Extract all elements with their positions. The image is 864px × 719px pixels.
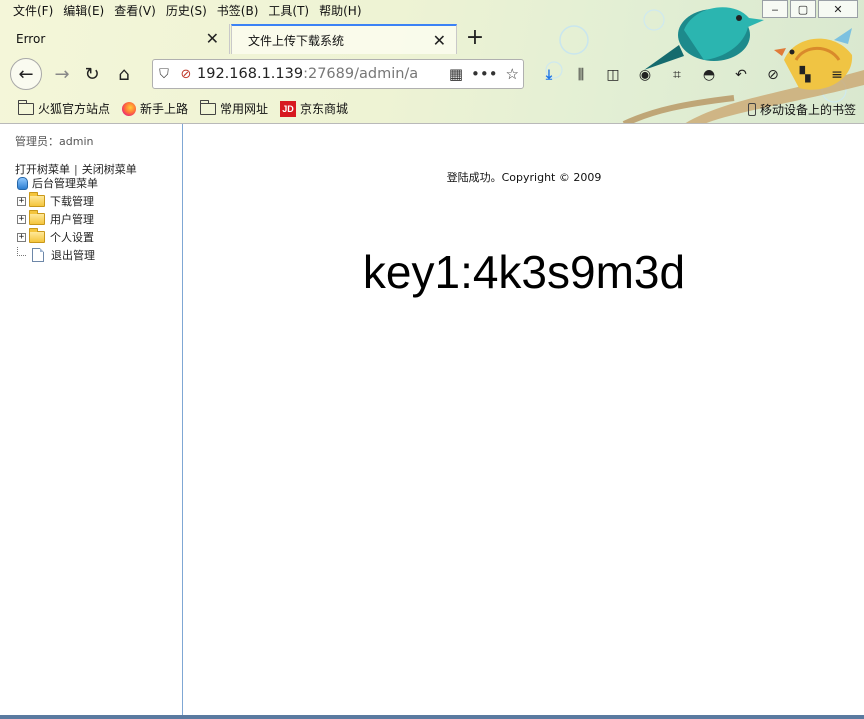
expand-plus-icon[interactable]: +: [17, 214, 26, 224]
admin-user-label: 管理员：admin: [15, 135, 94, 148]
tab-file-system[interactable]: 文件上传下载系统 ✕: [231, 24, 457, 54]
reload-icon[interactable]: ↻: [78, 60, 106, 88]
tree-item-label: 用户管理: [50, 213, 94, 226]
window-controls: ‒ ▢ ✕: [762, 0, 858, 18]
folder-icon: [18, 99, 34, 115]
tab-bar: Error ✕ 文件上传下载系统 ✕ +: [0, 24, 864, 54]
shield-icon[interactable]: ⛉: [153, 67, 175, 82]
url-text[interactable]: 192.168.1.139:27689/admin/admin: [197, 66, 419, 82]
mobile-phone-icon: [747, 103, 756, 116]
tree-connector-line: [17, 246, 26, 256]
bookmark-star-icon[interactable]: ☆: [506, 65, 519, 83]
forward-arrow-icon[interactable]: →: [48, 60, 76, 88]
bookmark-label: 火狐官方站点: [38, 102, 111, 116]
sidebar-icon[interactable]: ◫: [602, 64, 624, 86]
bookmarks-toolbar: 火狐官方站点 新手上路 常用网址 JD 京东商城 移动设备上的书签: [0, 95, 864, 122]
menu-view[interactable]: 查看(V): [109, 0, 161, 22]
admin-sidebar-frame: 管理员：admin 打开树菜单 | 关闭树菜单 后台管理菜单 + 下载管理 + 用户…: [6, 124, 183, 715]
tab-label: 文件上传下载系统: [248, 33, 345, 48]
jd-logo-icon: JD: [280, 100, 297, 117]
tree-root[interactable]: 后台管理菜单: [17, 175, 98, 191]
address-bar-actions: ▦ ••• ☆: [449, 65, 519, 83]
bookmark-label: 京东商城: [300, 102, 349, 116]
tree-item-label: 下载管理: [50, 195, 94, 208]
bookmark-firefox-official[interactable]: 火狐官方站点: [18, 99, 111, 117]
home-icon[interactable]: ⌂: [110, 60, 138, 88]
window-close-button[interactable]: ✕: [818, 0, 858, 18]
undo-icon[interactable]: ↶: [730, 64, 752, 86]
library-icon[interactable]: ⫼: [570, 64, 592, 86]
qr-code-icon[interactable]: ▦: [449, 65, 463, 83]
tree-item-label: 退出管理: [51, 249, 95, 262]
tree-menu: + 下载管理 + 用户管理 + 个人设置 退出管理: [17, 192, 95, 264]
toolbar-icons: ⤓ ⫼ ◫ ◉ ⌗ ◓ ↶ ⊘ ▚ ≡: [538, 64, 848, 86]
extensions-icon[interactable]: ▚: [794, 64, 816, 86]
expand-plus-icon[interactable]: +: [17, 196, 26, 206]
url-host: 192.168.1.139: [197, 66, 304, 82]
account-icon[interactable]: ◉: [634, 64, 656, 86]
expand-plus-icon[interactable]: +: [17, 232, 26, 242]
bookmark-jd-mall[interactable]: JD 京东商城: [280, 100, 348, 117]
url-path: :27689/admin/admin: [303, 66, 419, 82]
tab-error[interactable]: Error ✕: [0, 24, 230, 54]
bookmark-getting-started[interactable]: 新手上路: [122, 100, 188, 117]
address-bar[interactable]: ⛉ ⊘ 192.168.1.139:27689/admin/admin ▦ ••…: [152, 59, 524, 89]
new-tab-plus-icon[interactable]: +: [462, 24, 488, 54]
tree-item-user-management[interactable]: + 用户管理: [17, 210, 95, 228]
menu-bar: 文件(F) 编辑(E) 查看(V) 历史(S) 书签(B) 工具(T) 帮助(H…: [0, 0, 367, 22]
tree-root-label: 后台管理菜单: [32, 177, 98, 190]
insecure-lock-icon[interactable]: ⊘: [175, 67, 197, 82]
hamburger-menu-icon[interactable]: ≡: [826, 64, 848, 86]
folder-icon: [29, 210, 45, 225]
menu-history[interactable]: 历史(S): [161, 0, 212, 22]
menu-edit[interactable]: 编辑(E): [58, 0, 109, 22]
tab-close-icon[interactable]: ✕: [433, 31, 446, 50]
download-icon[interactable]: ⤓: [538, 64, 560, 86]
tree-item-personal-settings[interactable]: + 个人设置: [17, 228, 95, 246]
bookmark-label: 常用网址: [220, 102, 269, 116]
admin-menu-root-icon: [17, 176, 28, 190]
navigation-bar: ← → ↻ ⌂ ⛉ ⊘ 192.168.1.139:27689/admin/ad…: [0, 54, 864, 94]
menu-help[interactable]: 帮助(H): [314, 0, 366, 22]
minimize-button[interactable]: ‒: [762, 0, 788, 18]
browser-chrome: 文件(F) 编辑(E) 查看(V) 历史(S) 书签(B) 工具(T) 帮助(H…: [0, 0, 864, 124]
main-frame: 登陆成功。Copyright © 2009 key1:4k3s9m3d: [184, 124, 864, 715]
tab-close-icon[interactable]: ✕: [206, 29, 219, 48]
firefox-logo-icon: [122, 101, 137, 116]
page-actions-icon[interactable]: •••: [471, 65, 498, 83]
tree-item-logout[interactable]: 退出管理: [17, 246, 95, 264]
menu-tools[interactable]: 工具(T): [263, 0, 314, 22]
menu-bookmarks[interactable]: 书签(B): [212, 0, 264, 22]
tree-item-download-management[interactable]: + 下载管理: [17, 192, 95, 210]
login-success-message: 登陆成功。Copyright © 2009: [446, 171, 602, 184]
folder-icon: [29, 228, 45, 243]
back-arrow-icon[interactable]: ←: [10, 58, 42, 90]
block-icon[interactable]: ⊘: [762, 64, 784, 86]
menu-file[interactable]: 文件(F): [8, 0, 58, 22]
mobile-bookmarks-label: 移动设备上的书签: [759, 103, 856, 117]
web-page: 管理员：admin 打开树菜单 | 关闭树菜单 后台管理菜单 + 下载管理 + 用户…: [0, 124, 864, 715]
bookmark-label: 新手上路: [140, 102, 189, 116]
key-flag-text: key1:4k3s9m3d: [362, 246, 686, 298]
os-taskbar-edge: [0, 715, 864, 719]
page-icon: [32, 248, 44, 262]
screenshot-icon[interactable]: ⌗: [666, 64, 688, 86]
mobile-bookmarks[interactable]: 移动设备上的书签: [747, 101, 856, 118]
folder-icon: [200, 99, 217, 115]
maximize-button[interactable]: ▢: [790, 0, 816, 18]
folder-icon: [29, 192, 45, 207]
tree-item-label: 个人设置: [50, 231, 94, 244]
bookmark-common-sites[interactable]: 常用网址: [200, 99, 269, 117]
tab-label: Error: [16, 32, 46, 46]
chat-icon[interactable]: ◓: [698, 64, 720, 86]
